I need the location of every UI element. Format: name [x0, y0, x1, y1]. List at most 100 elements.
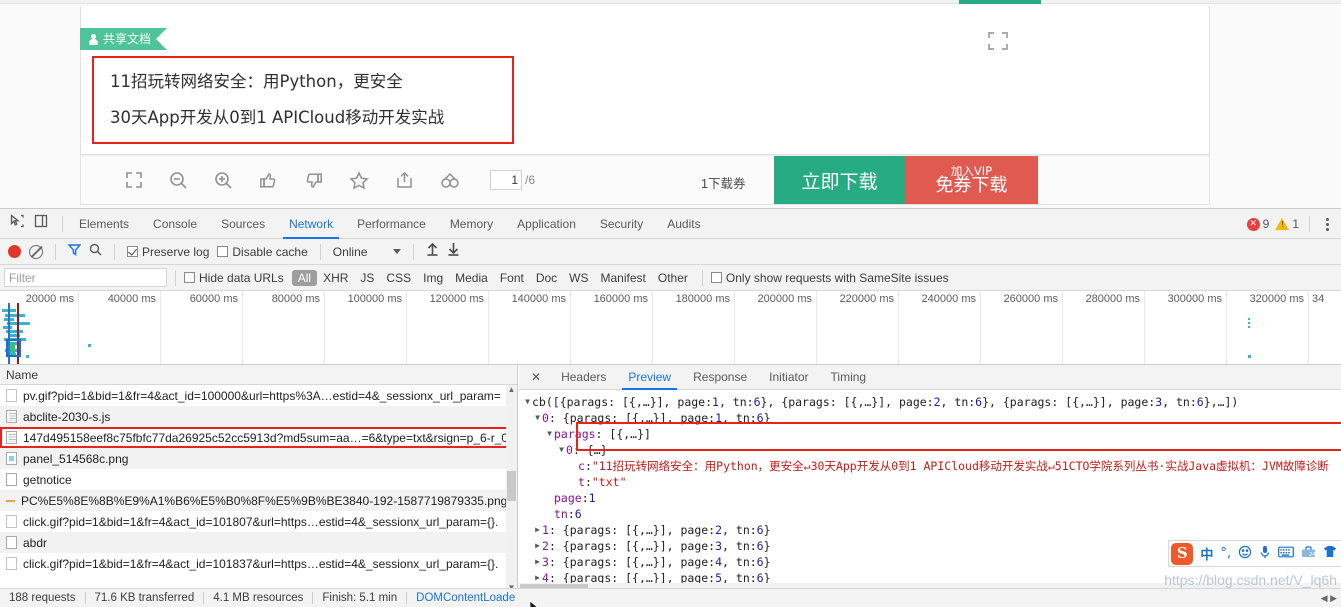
- json-line[interactable]: ▼ parags: [{,…}]: [523, 426, 1341, 442]
- tab-audits[interactable]: Audits: [655, 209, 712, 239]
- scrollbar-thumb[interactable]: [507, 471, 516, 501]
- overview-dot: [88, 344, 91, 347]
- record-stop-icon[interactable]: [8, 245, 21, 258]
- tab-application[interactable]: Application: [505, 209, 588, 239]
- table-row[interactable]: PC%E5%8E%8B%E9%A1%B6%E5%B0%8F%E5%9B%BE38…: [0, 490, 517, 511]
- type-filter-doc[interactable]: Doc: [530, 270, 563, 286]
- json-line[interactable]: tn: 6: [523, 506, 1341, 522]
- toolbox-icon[interactable]: 24: [1301, 545, 1316, 562]
- disable-cache-checkbox[interactable]: Disable cache: [217, 245, 308, 259]
- skin-icon[interactable]: [1323, 545, 1337, 562]
- tab-network[interactable]: Network: [277, 209, 345, 239]
- table-row[interactable]: getnotice: [0, 469, 517, 490]
- tab-preview[interactable]: Preview: [617, 365, 682, 390]
- emoji-icon[interactable]: [1238, 545, 1252, 563]
- sogou-logo-icon[interactable]: S: [1171, 542, 1194, 565]
- table-row[interactable]: abdr: [0, 532, 517, 553]
- tab-elements[interactable]: Elements: [67, 209, 141, 239]
- scroll-up-arrow[interactable]: ▲: [507, 385, 516, 395]
- tab-security[interactable]: Security: [588, 209, 655, 239]
- table-row-selected[interactable]: 147d495158eef8c75fbfc77da26925c52cc5913d…: [0, 427, 517, 448]
- warning-count-badge[interactable]: 1: [1275, 217, 1299, 231]
- table-row[interactable]: click.gif?pid=1&bid=1&fr=4&act_id=101837…: [0, 553, 517, 574]
- type-filter-other[interactable]: Other: [652, 270, 694, 286]
- type-filter-ws[interactable]: WS: [563, 270, 594, 286]
- zoom-in-icon[interactable]: [214, 171, 233, 190]
- soft-keyboard-icon[interactable]: [1278, 546, 1294, 562]
- json-token: }, {parags: [{,…}], page:: [982, 395, 1156, 409]
- funnel-filter-icon[interactable]: [67, 243, 82, 261]
- type-filter-img[interactable]: Img: [417, 270, 449, 286]
- network-overview[interactable]: 20000 ms 40000 ms 60000 ms 80000 ms 1000…: [0, 291, 1341, 365]
- thumbs-down-icon[interactable]: [304, 171, 323, 190]
- download-now-button[interactable]: 立即下载: [774, 156, 905, 204]
- error-count-badge[interactable]: ✕ 9: [1246, 217, 1269, 231]
- tab-initiator[interactable]: Initiator: [758, 365, 819, 390]
- tab-memory[interactable]: Memory: [438, 209, 505, 239]
- device-toolbar-icon[interactable]: [34, 214, 48, 233]
- json-token: 6: [574, 507, 582, 521]
- samesite-issues-checkbox[interactable]: Only show requests with SameSite issues: [710, 271, 949, 285]
- preserve-log-checkbox[interactable]: Preserve log: [127, 245, 209, 259]
- share-icon[interactable]: [395, 171, 414, 190]
- page-number-input[interactable]: [490, 170, 522, 190]
- star-icon[interactable]: [349, 170, 369, 190]
- collapse-triangle-icon[interactable]: ▼: [557, 442, 566, 458]
- type-filter-media[interactable]: Media: [449, 270, 494, 286]
- json-line[interactable]: ▼ 0: {…}: [523, 442, 1341, 458]
- voice-input-icon[interactable]: [1259, 545, 1271, 563]
- type-filter-css[interactable]: CSS: [380, 270, 417, 286]
- type-filter-xhr[interactable]: XHR: [317, 270, 354, 286]
- expand-triangle-icon[interactable]: ▶: [533, 522, 542, 538]
- table-row[interactable]: abclite-2030-s.js: [0, 406, 517, 427]
- json-line[interactable]: page: 1: [523, 490, 1341, 506]
- tab-headers[interactable]: Headers: [550, 365, 617, 390]
- clear-icon[interactable]: [29, 244, 43, 259]
- zoom-out-icon[interactable]: [169, 171, 188, 190]
- tab-performance[interactable]: Performance: [345, 209, 438, 239]
- collapse-triangle-icon[interactable]: ▼: [545, 426, 554, 442]
- filter-input[interactable]: Filter: [4, 268, 167, 287]
- json-line[interactable]: ▼ 0: {parags: [{,…}], page: 1, tn: 6}: [523, 410, 1341, 426]
- collapse-triangle-icon[interactable]: ▼: [533, 410, 542, 426]
- network-filter-bar: Filter Hide data URLs All XHR JS CSS Img…: [0, 265, 1341, 291]
- table-row[interactable]: click.gif?pid=1&bid=1&fr=4&act_id=101807…: [0, 511, 517, 532]
- type-filter-font[interactable]: Font: [494, 270, 530, 286]
- type-filter-manifest[interactable]: Manifest: [595, 270, 652, 286]
- image-pending-icon: [6, 499, 15, 502]
- search-icon[interactable]: [89, 243, 102, 261]
- punctuation-icon[interactable]: °,: [1220, 546, 1231, 561]
- timeline-tick-16: 320000 ms: [1249, 293, 1304, 305]
- close-icon[interactable]: ✕: [519, 370, 550, 384]
- kebab-menu-icon[interactable]: [1320, 217, 1335, 231]
- tab-sources[interactable]: Sources: [209, 209, 277, 239]
- join-vip-button[interactable]: 加入VIP 免券下载: [905, 156, 1038, 204]
- request-column-header[interactable]: Name: [0, 365, 517, 385]
- expand-corner-icon[interactable]: [986, 30, 1010, 52]
- fullscreen-icon[interactable]: [125, 171, 143, 189]
- table-row[interactable]: panel_514568c.png: [0, 448, 517, 469]
- json-line[interactable]: ▼ cb([{parags: [{,…}], page: 1, tn: 6}, {…: [523, 394, 1341, 410]
- json-line[interactable]: c: "11招玩转网络安全：用Python，更安全↵30天App开发从0到1 A…: [523, 458, 1341, 474]
- clip-icon[interactable]: [440, 171, 460, 190]
- request-list-scrollbar[interactable]: ▲ ▼: [506, 385, 517, 593]
- hide-data-urls-checkbox[interactable]: Hide data URLs: [184, 271, 284, 285]
- upload-har-icon[interactable]: [426, 242, 439, 261]
- expand-triangle-icon[interactable]: ▶: [533, 554, 542, 570]
- thumbs-up-icon[interactable]: [259, 171, 278, 190]
- download-har-icon[interactable]: [447, 242, 460, 261]
- chinese-mode-icon[interactable]: 中: [1200, 544, 1213, 563]
- json-line[interactable]: ▶ 1: {parags: [{,…}], page: 2, tn: 6}: [523, 522, 1341, 538]
- expand-triangle-icon[interactable]: ▶: [533, 538, 542, 554]
- tab-response[interactable]: Response: [682, 365, 758, 390]
- throttling-select[interactable]: Online: [333, 245, 402, 259]
- statusbar-scroll-arrows[interactable]: ◀ ▶: [1321, 593, 1341, 604]
- tab-console[interactable]: Console: [141, 209, 209, 239]
- table-row[interactable]: pv.gif?pid=1&bid=1&fr=4&act_id=100000&ur…: [0, 385, 517, 406]
- inspect-element-icon[interactable]: [10, 214, 24, 233]
- collapse-triangle-icon[interactable]: ▼: [523, 394, 532, 410]
- type-filter-all[interactable]: All: [291, 269, 318, 286]
- json-line[interactable]: t: "txt": [523, 474, 1341, 490]
- tab-timing[interactable]: Timing: [820, 365, 878, 390]
- type-filter-js[interactable]: JS: [354, 270, 380, 286]
